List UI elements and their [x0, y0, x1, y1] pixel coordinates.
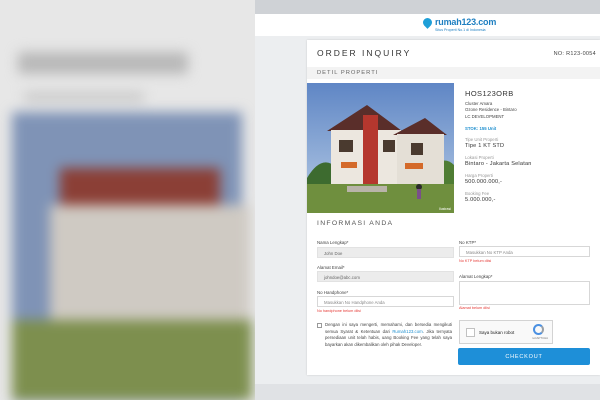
property-photo: Ilustrasi — [307, 83, 454, 213]
unit-type-label: Tipe Unit Properti — [465, 137, 499, 143]
unit-type-value: Tipe 1 KT STD — [465, 143, 505, 150]
footer-background — [255, 384, 600, 400]
property-code: HOS123ORB — [465, 89, 514, 98]
location-value: Bintaro - Jakarta Selatan — [465, 161, 532, 168]
email-field[interactable]: johndoe@abc.com — [317, 271, 454, 282]
blurred-background — [0, 0, 255, 400]
logo[interactable]: rumah123.com Situs Properti No.1 di Indo… — [421, 15, 497, 32]
order-card: ORDER INQUIRY NO: R123-0054 DETIL PROPER… — [307, 40, 600, 375]
order-number: NO: R123-0054 — [553, 51, 596, 57]
property-details: HOS123ORB Cluster Amara Ozone Residence … — [465, 89, 595, 203]
name-label: Nama Lengkap* — [317, 240, 349, 245]
checkout-button[interactable]: CHECKOUT — [458, 348, 590, 365]
address-label: Alamat Lengkap* — [459, 274, 493, 279]
booking-fee-value: 5.000.000,- — [465, 197, 496, 204]
phone-label: No Handphone* — [317, 290, 349, 295]
agree-checkbox[interactable] — [317, 323, 322, 328]
recaptcha-icon — [533, 324, 544, 335]
form-section-title: INFORMASI ANDA — [317, 220, 394, 227]
phone-error: No handphone belum diisi — [317, 309, 361, 313]
logo-text: rumah123.com — [435, 17, 497, 27]
price-label: Harga Properti — [465, 173, 493, 179]
location-label: Lokasi Properti — [465, 155, 494, 161]
captcha-label: Saya bukan robot — [479, 330, 515, 335]
address-error: Alamat belum diisi — [459, 306, 490, 310]
detil-properti-header: DETIL PROPERTI — [307, 67, 600, 79]
photo-caption: Ilustrasi — [438, 207, 451, 211]
booking-fee-label: Booking Fee — [465, 191, 490, 197]
email-label: Alamat Email* — [317, 265, 345, 270]
recaptcha-widget: Saya bukan robot reCAPTCHA — [459, 320, 553, 344]
agreement-text: Dengan ini saya mengerti, memahami, dan … — [325, 322, 452, 349]
ktp-field[interactable]: Masukkan No KTP Anda — [459, 246, 590, 257]
site-header: rumah123.com Situs Properti No.1 di Indo… — [255, 14, 600, 36]
captcha-checkbox[interactable] — [466, 328, 475, 337]
address-field[interactable] — [459, 281, 590, 305]
section-title: DETIL PROPERTI — [317, 70, 379, 76]
name-field[interactable]: John Doe — [317, 247, 454, 258]
ktp-label: No KTP* — [459, 240, 477, 245]
page-title: ORDER INQUIRY — [317, 48, 412, 58]
price-value: 500.000.000,- — [465, 179, 503, 186]
location-pin-icon — [421, 15, 434, 29]
ktp-error: No KTP belum diisi — [459, 259, 492, 263]
logo-tagline: Situs Properti No.1 di Indonesia — [435, 28, 486, 32]
stock-count: STOK: 155 Unit — [465, 126, 497, 132]
recaptcha-brand: reCAPTCHA — [532, 336, 548, 340]
rumah123-link[interactable]: Rumah123.com — [392, 329, 422, 334]
phone-field[interactable]: Masukkan No Handphone Anda — [317, 296, 454, 307]
developer-name: LC DEVELOPMENT — [465, 113, 505, 119]
